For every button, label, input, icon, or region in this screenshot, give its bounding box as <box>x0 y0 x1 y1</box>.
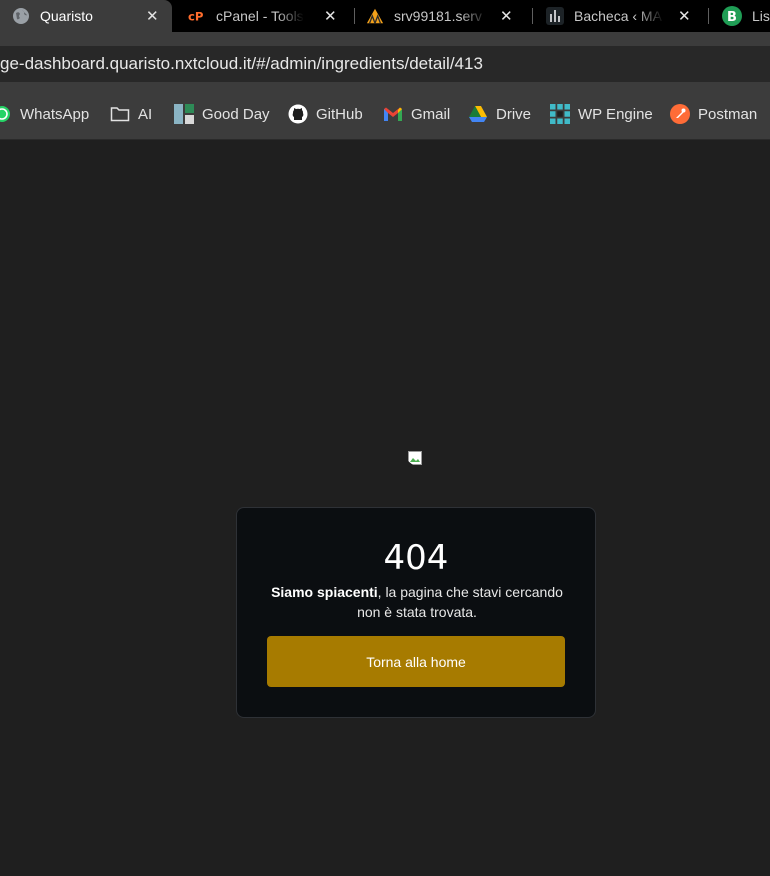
tab-separator <box>354 8 355 24</box>
tab-separator <box>532 8 533 24</box>
bookmarks-bar: WhatsApp AI Good Day GitHub Gmail Drive <box>0 88 770 140</box>
bookmark-whatsapp[interactable]: WhatsApp <box>0 102 89 126</box>
close-icon[interactable]: ✕ <box>678 7 691 25</box>
bookmark-goodday[interactable]: Good Day <box>174 102 270 126</box>
bookmark-label: AI <box>138 105 153 123</box>
bookmark-wpengine[interactable]: WP Engine <box>550 102 653 126</box>
close-icon[interactable]: ✕ <box>146 7 159 25</box>
tab-separator <box>708 8 709 24</box>
home-button[interactable]: Torna alla home <box>267 636 565 687</box>
globe-icon <box>12 7 30 25</box>
page-content: 404 Siamo spiacenti, la pagina che stavi… <box>0 140 770 876</box>
tab-bacheca[interactable]: Bacheca ‹ MA ✕ <box>546 0 702 32</box>
tab-title: cPanel - Tools <box>216 8 304 24</box>
tab-title: Quaristo <box>40 8 93 24</box>
tab-cpanel[interactable]: cP cPanel - Tools ✕ <box>188 0 348 32</box>
goodday-icon <box>174 104 194 124</box>
tab-title: Bacheca ‹ MA <box>574 8 662 24</box>
tab-lis[interactable]: B Lis <box>722 0 770 32</box>
drive-icon <box>468 104 488 124</box>
tab-title: srv99181.serv <box>394 8 482 24</box>
bookmark-postman[interactable]: Postman <box>670 102 757 126</box>
postman-icon <box>670 104 690 124</box>
bookmark-ai[interactable]: AI <box>110 102 152 126</box>
svg-text:B: B <box>727 10 737 25</box>
browser-toolbar: ge-dashboard.quaristo.nxtcloud.it/#/admi… <box>0 32 770 88</box>
b-letter-icon: B <box>722 6 742 26</box>
bookmark-label: Drive <box>496 105 532 123</box>
error-card: 404 Siamo spiacenti, la pagina che stavi… <box>236 507 596 718</box>
bookmark-label: WP Engine <box>578 105 653 123</box>
bookmark-label: GitHub <box>316 105 363 123</box>
gmail-icon <box>383 104 403 124</box>
error-code: 404 <box>383 538 449 578</box>
wpengine-icon <box>550 104 570 124</box>
bookmark-gmail[interactable]: Gmail <box>383 102 450 126</box>
svg-text:cP: cP <box>188 10 204 24</box>
bookmark-label: Postman <box>698 105 758 123</box>
github-icon <box>288 104 308 124</box>
bookmark-drive[interactable]: Drive <box>468 102 531 126</box>
tab-strip: Quaristo ✕ cP cPanel - Tools ✕ srv99181.… <box>0 0 770 32</box>
server-icon <box>366 7 384 25</box>
error-message-text: , la pagina che stavi cercando non è sta… <box>357 584 563 620</box>
address-url[interactable]: ge-dashboard.quaristo.nxtcloud.it/#/admi… <box>0 54 483 74</box>
close-icon[interactable]: ✕ <box>324 7 337 25</box>
address-bar[interactable]: ge-dashboard.quaristo.nxtcloud.it/#/admi… <box>0 46 770 82</box>
cpanel-icon: cP <box>188 7 206 25</box>
bookmark-label: Good Day <box>202 105 270 123</box>
broken-image-icon <box>408 451 422 467</box>
whatsapp-icon <box>0 104 12 124</box>
error-message-bold: Siamo spiacenti <box>271 584 378 600</box>
close-icon[interactable]: ✕ <box>500 7 513 25</box>
bar-chart-icon <box>546 7 564 25</box>
folder-icon <box>110 104 130 124</box>
bookmark-github[interactable]: GitHub <box>288 102 363 126</box>
tab-srv[interactable]: srv99181.serv ✕ <box>366 0 526 32</box>
tab-title: Lis <box>752 8 770 24</box>
bookmark-label: Gmail <box>411 105 451 123</box>
bookmark-label: WhatsApp <box>20 105 90 123</box>
error-message: Siamo spiacenti, la pagina che stavi cer… <box>267 582 567 622</box>
tab-quaristo[interactable]: Quaristo ✕ <box>0 0 172 32</box>
